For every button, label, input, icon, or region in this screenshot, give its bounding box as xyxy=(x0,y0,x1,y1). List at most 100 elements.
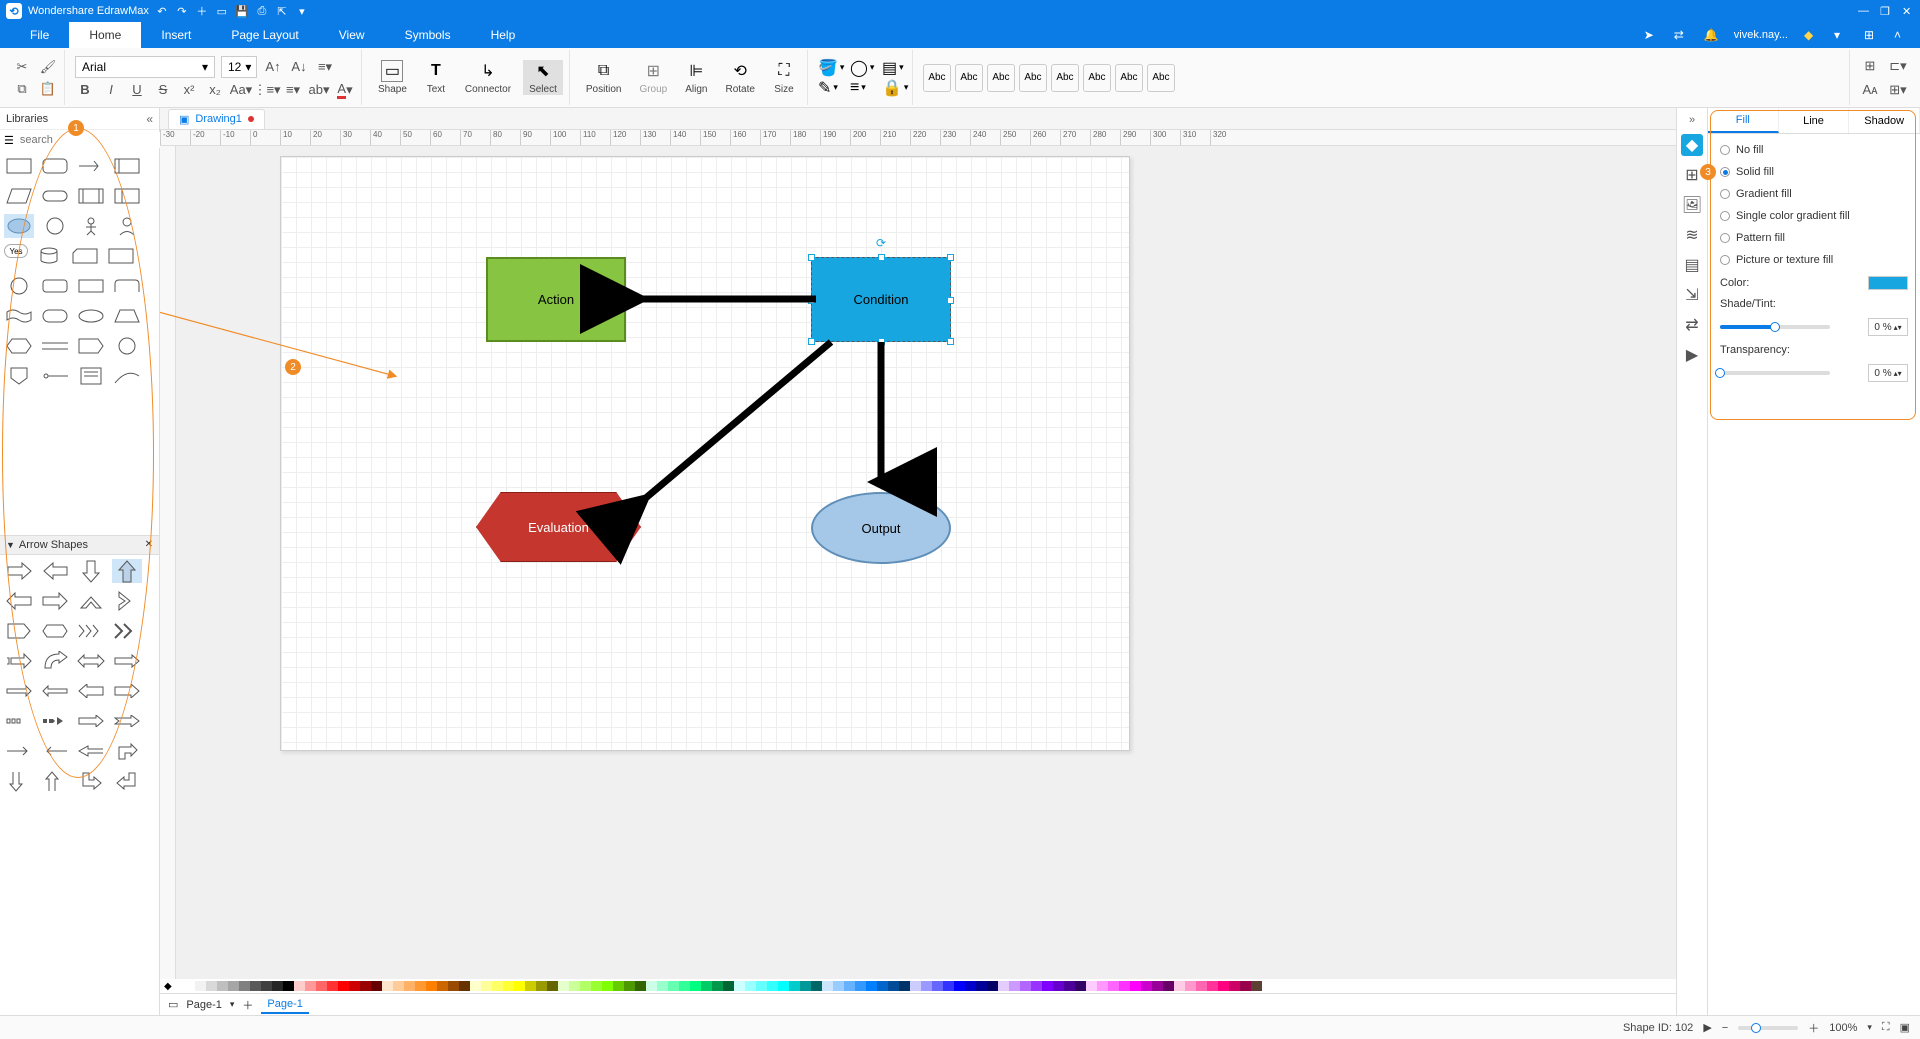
palette-swatch[interactable] xyxy=(492,981,503,991)
new-icon[interactable]: ＋ xyxy=(195,4,209,18)
shape-circle[interactable] xyxy=(40,214,70,238)
add-page-icon[interactable]: ＋ xyxy=(242,997,253,1013)
copy-icon[interactable]: ⧉ xyxy=(12,79,32,99)
connector-condition-to-action[interactable] xyxy=(621,267,821,327)
superscript-icon[interactable]: x² xyxy=(179,80,199,100)
page-surface[interactable]: Action Condition ⟳ Evaluation Output xyxy=(280,156,1130,751)
list-icon[interactable]: ≡▾ xyxy=(283,80,303,100)
transparency-value[interactable]: 0 %▴▾ xyxy=(1868,364,1908,382)
shape-rounded[interactable] xyxy=(40,274,70,298)
shape-ellipse-filled[interactable] xyxy=(4,214,34,238)
play-icon[interactable]: ▶ xyxy=(1703,1021,1711,1034)
palette-swatch[interactable] xyxy=(602,981,613,991)
palette-swatch[interactable] xyxy=(184,981,195,991)
arrow-line-r[interactable] xyxy=(4,739,34,763)
palette-swatch[interactable] xyxy=(657,981,668,991)
palette-swatch[interactable] xyxy=(195,981,206,991)
palette-swatch[interactable] xyxy=(217,981,228,991)
highlight-icon[interactable]: ab▾ xyxy=(309,80,329,100)
shape-shield[interactable] xyxy=(4,364,34,388)
palette-swatch[interactable] xyxy=(1020,981,1031,991)
pages-icon[interactable]: ▭ xyxy=(168,998,178,1011)
format-painter-icon[interactable]: 🖌 xyxy=(38,57,58,77)
chevrons2[interactable] xyxy=(112,619,142,643)
menu-symbols[interactable]: Symbols xyxy=(385,22,471,48)
palette-swatch[interactable] xyxy=(954,981,965,991)
palette-swatch[interactable] xyxy=(393,981,404,991)
palette-swatch[interactable] xyxy=(701,981,712,991)
palette-swatch[interactable] xyxy=(316,981,327,991)
palette-swatch[interactable] xyxy=(305,981,316,991)
palette-swatch[interactable] xyxy=(437,981,448,991)
palette-swatch[interactable] xyxy=(998,981,1009,991)
palette-swatch[interactable] xyxy=(1031,981,1042,991)
shape-cylinder[interactable] xyxy=(34,244,64,268)
print-icon[interactable]: ⎙ xyxy=(255,4,269,18)
send-icon[interactable]: ➤ xyxy=(1644,28,1658,42)
shape-person[interactable] xyxy=(76,214,106,238)
decrease-font-icon[interactable]: A↓ xyxy=(289,57,309,77)
chevron-right[interactable] xyxy=(112,589,142,613)
arrow-u-up[interactable] xyxy=(40,769,70,793)
palette-swatch[interactable] xyxy=(426,981,437,991)
palette-swatch[interactable] xyxy=(1251,981,1262,991)
palette-swatch[interactable] xyxy=(723,981,734,991)
canvas-area[interactable]: Action Condition ⟳ Evaluation Output xyxy=(160,146,1676,979)
palette-swatch[interactable] xyxy=(1141,981,1152,991)
shape-roundrect[interactable] xyxy=(40,154,70,178)
font-size-select[interactable]: 12▾ xyxy=(221,56,257,78)
style-preset-5[interactable]: Abc xyxy=(1051,64,1079,92)
shade-value[interactable]: 0 %▴▾ xyxy=(1868,318,1908,336)
transparency-slider[interactable] xyxy=(1720,371,1830,375)
palette-swatch[interactable] xyxy=(987,981,998,991)
line-style-button[interactable]: ≡▾ xyxy=(850,81,874,95)
palette-swatch[interactable] xyxy=(712,981,723,991)
shape-condition[interactable]: Condition ⟳ xyxy=(811,257,951,342)
shape-trapezoid[interactable] xyxy=(112,304,142,328)
palette-swatch[interactable] xyxy=(888,981,899,991)
shape-circle2[interactable] xyxy=(4,274,34,298)
palette-swatch[interactable] xyxy=(1174,981,1185,991)
palette-swatch[interactable] xyxy=(855,981,866,991)
palette-swatch[interactable] xyxy=(360,981,371,991)
tool-shape[interactable]: ▭Shape xyxy=(372,60,413,95)
palette-swatch[interactable] xyxy=(371,981,382,991)
zoom-value[interactable]: 100% xyxy=(1829,1022,1857,1034)
document-tab[interactable]: ▣ Drawing1 xyxy=(168,109,265,129)
palette-swatch[interactable] xyxy=(536,981,547,991)
tool-group[interactable]: ⊞Group xyxy=(633,60,673,95)
palette-swatch[interactable] xyxy=(668,981,679,991)
palette-swatch[interactable] xyxy=(1075,981,1086,991)
menu-help[interactable]: Help xyxy=(471,22,536,48)
gift-icon[interactable]: ▾ xyxy=(1834,28,1848,42)
palette-swatch[interactable] xyxy=(558,981,569,991)
palette-swatch[interactable] xyxy=(800,981,811,991)
bullets-icon[interactable]: ⋮≡▾ xyxy=(257,80,277,100)
arrow-outline-r2[interactable] xyxy=(112,709,142,733)
shape-evaluation[interactable]: Evaluation xyxy=(476,492,641,562)
shadow-button[interactable]: ▤▾ xyxy=(882,61,906,75)
palette-swatch[interactable] xyxy=(646,981,657,991)
arrow-bend2[interactable] xyxy=(112,769,142,793)
palette-swatch[interactable] xyxy=(1130,981,1141,991)
grid-icon[interactable]: ⊞▾ xyxy=(1888,80,1908,100)
shape-circle3[interactable] xyxy=(112,334,142,358)
shape-arrow-right[interactable] xyxy=(76,154,106,178)
more-qat-icon[interactable]: ▾ xyxy=(295,4,309,18)
redo-icon[interactable]: ↷ xyxy=(175,4,189,18)
palette-swatch[interactable] xyxy=(811,981,822,991)
tool-select[interactable]: ⬉Select xyxy=(523,60,563,95)
menu-insert[interactable]: Insert xyxy=(141,22,211,48)
palette-swatch[interactable] xyxy=(690,981,701,991)
palette-swatch[interactable] xyxy=(294,981,305,991)
radio-gradient-fill[interactable]: Gradient fill xyxy=(1720,188,1908,200)
case-icon[interactable]: Aa▾ xyxy=(231,80,251,100)
shape-ellipse2[interactable] xyxy=(76,304,106,328)
palette-swatch[interactable] xyxy=(514,981,525,991)
palette-swatch[interactable] xyxy=(1240,981,1251,991)
shape-user[interactable] xyxy=(112,214,142,238)
arrow-curve[interactable] xyxy=(40,649,70,673)
increase-font-icon[interactable]: A↑ xyxy=(263,57,283,77)
shade-slider[interactable] xyxy=(1720,325,1830,329)
eyedropper-icon[interactable]: ◆ xyxy=(164,981,172,992)
